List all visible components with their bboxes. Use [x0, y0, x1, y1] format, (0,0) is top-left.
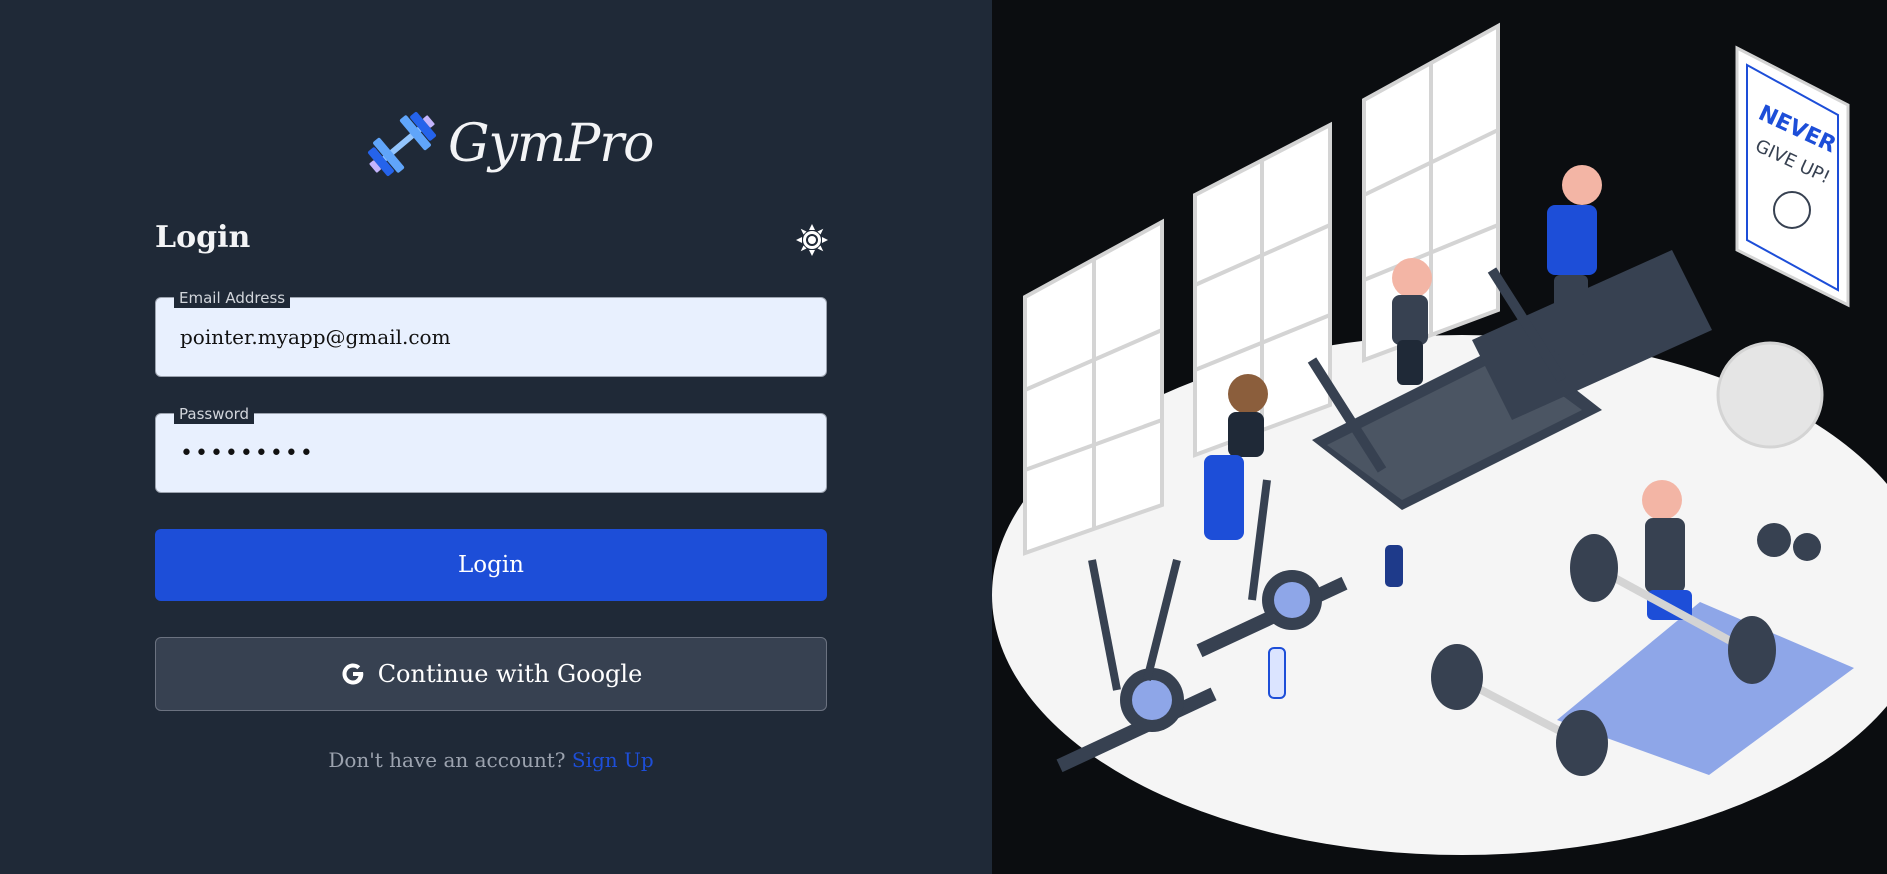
google-login-button[interactable]: Continue with Google	[155, 637, 827, 711]
signup-prompt: Don't have an account? Sign Up	[0, 748, 982, 772]
window-1	[1023, 218, 1164, 556]
page-title: Login	[155, 220, 251, 255]
water-bottle-1	[1385, 545, 1403, 587]
google-icon	[342, 663, 363, 685]
brand-logo: GymPro	[362, 104, 654, 184]
window-3	[1362, 22, 1500, 363]
brand-name: GymPro	[448, 114, 654, 174]
exercise-ball	[1716, 341, 1824, 449]
google-button-label: Continue with Google	[377, 660, 643, 688]
password-field: Password	[155, 405, 827, 493]
gym-illustration: NEVER GIVE UP!	[992, 0, 1887, 874]
signup-link[interactable]: Sign Up	[572, 748, 654, 772]
sun-icon[interactable]	[795, 223, 829, 257]
email-input[interactable]	[180, 298, 800, 376]
signup-prompt-text: Don't have an account?	[328, 748, 566, 772]
login-panel: GymPro Login Email Address Password Logi…	[0, 0, 992, 874]
login-button[interactable]: Login	[155, 529, 827, 601]
gym-scene: NEVER GIVE UP!	[992, 22, 1887, 855]
dumbbell-icon	[368, 111, 436, 177]
email-field: Email Address	[155, 289, 827, 377]
water-bottle-2	[1268, 647, 1286, 699]
password-input[interactable]	[180, 414, 800, 492]
motivation-poster: NEVER GIVE UP!	[1735, 45, 1850, 308]
